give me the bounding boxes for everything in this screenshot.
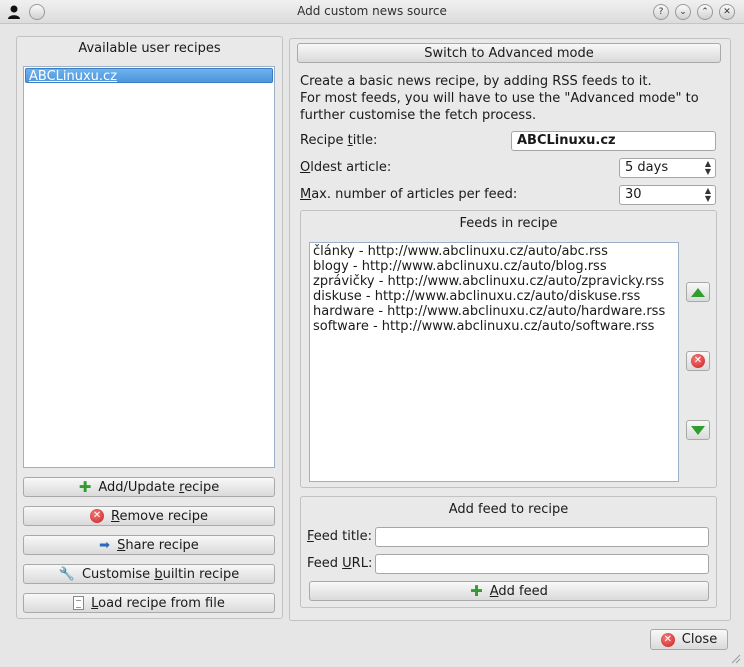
red-x-icon: ✕ — [660, 632, 675, 647]
close-window-button[interactable]: ✕ — [719, 4, 735, 20]
maximize-button[interactable]: ⌃ — [697, 4, 713, 20]
feed-list-item[interactable]: články - http://www.abclinuxu.cz/auto/ab… — [313, 244, 675, 259]
max-articles-spinbox[interactable]: 30 ▲ ▼ — [619, 185, 716, 205]
document-icon — [73, 596, 85, 610]
max-articles-label: Max. number of articles per feed: — [300, 187, 518, 202]
feed-list-item[interactable]: blogy - http://www.abclinuxu.cz/auto/blo… — [313, 259, 675, 274]
max-articles-value: 30 — [625, 187, 642, 202]
add-update-recipe-button[interactable]: ✚ Add/Update recipe — [23, 477, 275, 497]
wrench-icon: 🔧 — [58, 566, 75, 582]
plus-green-icon: ✚ — [78, 477, 92, 496]
move-feed-down-button[interactable] — [686, 420, 710, 440]
arrow-down-icon — [691, 425, 705, 435]
feeds-in-recipe-title: Feeds in recipe — [459, 216, 558, 231]
title-bar: Add custom news source ? ⌄ ⌃ ✕ — [0, 0, 744, 24]
feed-title-input[interactable] — [375, 527, 709, 547]
feeds-list[interactable]: články - http://www.abclinuxu.cz/auto/ab… — [309, 242, 679, 482]
remove-recipe-button[interactable]: ✕ Remove recipe — [23, 506, 275, 526]
move-feed-up-button[interactable] — [686, 282, 710, 302]
oldest-article-value: 5 days — [625, 160, 669, 175]
recipes-list[interactable]: ABCLinuxu.cz — [23, 66, 275, 468]
share-recipe-button[interactable]: ➡ Share recipe — [23, 535, 275, 555]
recipe-list-item[interactable]: ABCLinuxu.cz — [25, 68, 273, 84]
remove-feed-button[interactable]: ✕ — [686, 351, 710, 371]
description-line-3: further customise the fetch process. — [300, 108, 537, 123]
feed-url-label: Feed URL: — [307, 556, 373, 571]
load-recipe-from-file-button[interactable]: Load recipe from file — [23, 593, 275, 613]
feed-title-label: Feed title: — [307, 529, 372, 544]
close-button[interactable]: ✕ Close — [650, 629, 728, 650]
description-line-1: Create a basic news recipe, by adding RS… — [300, 74, 652, 89]
spin-arrows-icon[interactable]: ▲ ▼ — [705, 187, 711, 203]
red-x-icon: ✕ — [691, 354, 705, 368]
add-feed-title: Add feed to recipe — [448, 502, 569, 517]
feed-url-input[interactable] — [375, 554, 709, 574]
available-recipes-title: Available user recipes — [78, 41, 221, 56]
help-button[interactable]: ? — [653, 4, 669, 20]
arrow-up-icon — [691, 287, 705, 297]
plus-green-icon: ✚ — [470, 581, 483, 600]
window-title: Add custom news source — [297, 4, 447, 18]
oldest-article-label: Oldest article: — [300, 160, 392, 175]
feed-list-item[interactable]: software - http://www.abclinuxu.cz/auto/… — [313, 319, 675, 334]
oldest-article-spinbox[interactable]: 5 days ▲ ▼ — [619, 158, 716, 178]
description-line-2: For most feeds, you will have to use the… — [300, 91, 699, 106]
red-x-icon: ✕ — [90, 509, 105, 523]
spin-arrows-icon[interactable]: ▲ ▼ — [705, 160, 711, 176]
resize-grip-icon[interactable] — [729, 652, 741, 664]
minimize-button[interactable]: ⌄ — [675, 4, 691, 20]
feed-list-item[interactable]: diskuse - http://www.abclinuxu.cz/auto/d… — [313, 289, 675, 304]
recipe-title-input[interactable]: ABCLinuxu.cz — [511, 131, 716, 151]
feed-list-item[interactable]: zprávičky - http://www.abclinuxu.cz/auto… — [313, 274, 675, 289]
arrow-right-icon: ➡ — [99, 537, 111, 553]
feed-list-item[interactable]: hardware - http://www.abclinuxu.cz/auto/… — [313, 304, 675, 319]
add-feed-button[interactable]: ✚ Add feed — [309, 581, 709, 601]
recipe-title-label: Recipe title: — [300, 133, 378, 148]
customise-builtin-recipe-button[interactable]: 🔧 Customise builtin recipe — [23, 564, 275, 584]
switch-advanced-mode-button[interactable]: Switch to Advanced mode — [297, 43, 721, 63]
